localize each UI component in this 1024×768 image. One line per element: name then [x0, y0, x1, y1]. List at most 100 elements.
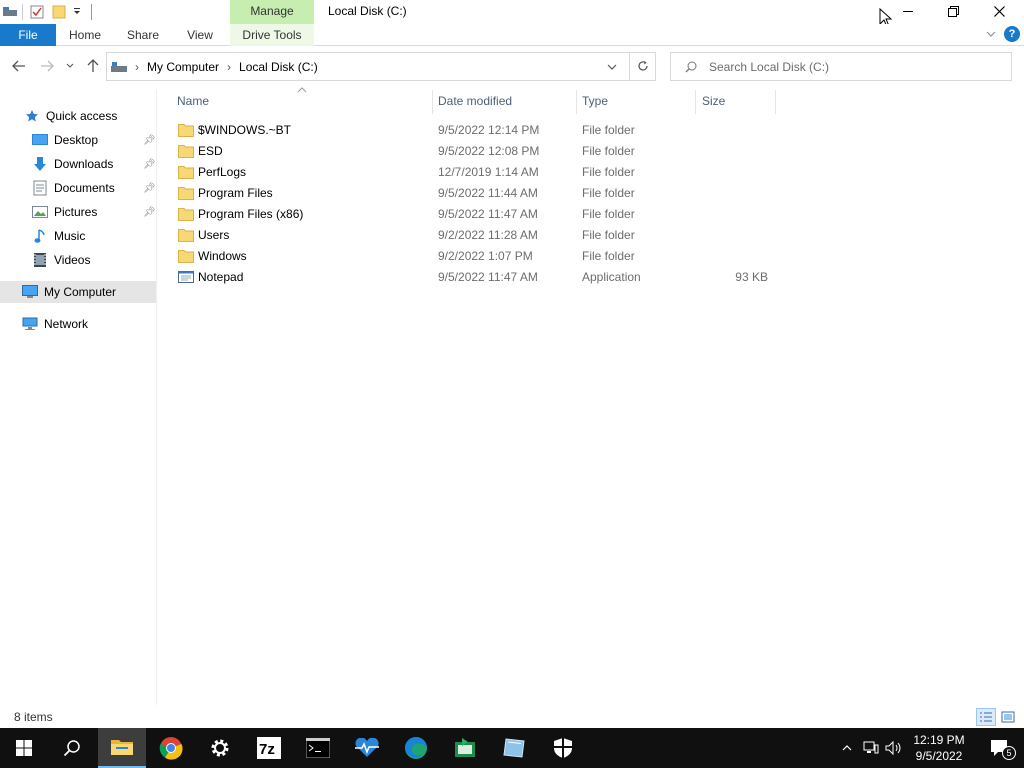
pin-icon[interactable]: 📌︎	[143, 207, 156, 218]
sidebar-item-label: Documents	[54, 181, 115, 195]
show-hidden-icons-button[interactable]	[838, 728, 856, 768]
refresh-button[interactable]	[637, 60, 649, 75]
sidebar-item-pictures[interactable]: Pictures	[32, 201, 97, 223]
taskbar-search-button[interactable]	[48, 728, 96, 768]
properties-icon[interactable]	[29, 4, 45, 20]
recent-locations-button[interactable]	[63, 57, 77, 75]
forward-button[interactable]	[38, 57, 56, 75]
table-row[interactable]: Program Files (x86) 9/5/2022 11:47 AM File…	[174, 204, 774, 225]
column-header-type[interactable]: Type	[582, 90, 608, 112]
chevron-down-icon	[607, 64, 617, 70]
tab-home[interactable]: Home	[64, 24, 106, 46]
customize-toolbar-icon[interactable]	[69, 4, 85, 20]
tab-share[interactable]: Share	[122, 24, 164, 46]
table-row[interactable]: Program Files 9/5/2022 11:44 AM File folde…	[174, 183, 774, 204]
breadcrumb-local-disk[interactable]: Local Disk (C:)	[239, 60, 318, 74]
expand-ribbon-icon[interactable]	[986, 29, 996, 39]
ribbon-tab-bar: File Home Share View Drive Tools ?	[0, 24, 1024, 46]
breadcrumb-separator[interactable]: ›	[227, 60, 231, 74]
start-icon	[16, 740, 32, 756]
file-date-modified: 9/5/2022 12:14 PM	[438, 123, 540, 137]
taskbar-tablet-app[interactable]	[490, 728, 538, 768]
file-type: File folder	[582, 186, 635, 200]
sidebar-item-label: Music	[54, 229, 86, 243]
sidebar-item-label: Quick access	[46, 109, 118, 123]
column-divider[interactable]	[775, 90, 776, 114]
column-header-name[interactable]: Name	[177, 90, 209, 112]
column-divider[interactable]	[432, 90, 433, 114]
taskbar-terminal[interactable]	[294, 728, 342, 768]
taskbar-settings[interactable]	[196, 728, 244, 768]
breadcrumb-my-computer[interactable]: My Computer	[147, 60, 219, 74]
chevron-down-icon	[66, 63, 74, 68]
help-icon[interactable]: ?	[1004, 26, 1020, 42]
details-view-button[interactable]	[976, 708, 996, 726]
sidebar-item-quick-access[interactable]: Quick access	[24, 105, 117, 127]
column-header-date[interactable]: Date modified	[438, 90, 512, 112]
file-type: File folder	[582, 228, 635, 242]
column-header-size[interactable]: Size	[702, 90, 725, 112]
sidebar-item-my-computer[interactable]: My Computer	[0, 281, 156, 303]
taskbar-spreadsheet[interactable]	[441, 728, 489, 768]
search-input[interactable]	[709, 59, 999, 74]
tab-file[interactable]: File	[0, 24, 56, 46]
sidebar-item-network[interactable]: Network	[22, 313, 88, 335]
taskbar-clock[interactable]: 12:19 PM 9/5/2022	[904, 732, 974, 764]
large-icons-view-button[interactable]	[998, 708, 1018, 726]
table-row[interactable]: PerfLogs 12/7/2019 1:14 AM File folder	[174, 162, 774, 183]
up-button[interactable]	[84, 57, 102, 75]
pin-icon[interactable]: 📌︎	[143, 135, 156, 146]
column-divider[interactable]	[695, 90, 696, 114]
refresh-icon	[638, 61, 648, 71]
star-icon	[24, 108, 40, 124]
terminal-icon	[306, 738, 330, 758]
search-box[interactable]	[670, 52, 1012, 81]
tab-drive-tools[interactable]: Drive Tools	[230, 24, 314, 46]
restore-button[interactable]	[930, 0, 976, 22]
sidebar-item-videos[interactable]: Videos	[32, 249, 90, 271]
clock-time: 12:19 PM	[913, 733, 965, 747]
tab-manage[interactable]: Manage	[230, 0, 314, 24]
file-type: File folder	[582, 165, 635, 179]
table-row[interactable]: Windows 9/2/2022 1:07 PM File folder	[174, 246, 774, 267]
table-row[interactable]: Notepad 9/5/2022 11:47 AM Application 93 KB	[174, 267, 774, 288]
tab-view[interactable]: View	[180, 24, 220, 46]
address-bar[interactable]: › My Computer › Local Disk (C:)	[106, 52, 656, 81]
taskbar-edge[interactable]	[392, 728, 440, 768]
network-tray-button[interactable]	[861, 728, 881, 768]
file-name: PerfLogs	[198, 165, 247, 179]
pin-icon[interactable]: 📌︎	[143, 183, 156, 194]
new-folder-icon[interactable]	[51, 4, 67, 20]
taskbar-security[interactable]	[539, 728, 587, 768]
sidebar-item-music[interactable]: Music	[32, 225, 85, 247]
sidebar-item-desktop[interactable]: Desktop	[32, 129, 98, 151]
spreadsheet-icon	[455, 738, 475, 757]
toolbar-divider	[91, 4, 92, 20]
7zip-icon: 7z	[257, 737, 281, 759]
table-row[interactable]: $WINDOWS.~BT 9/5/2022 12:14 PM File folder	[174, 120, 774, 141]
back-button[interactable]	[10, 57, 28, 75]
file-name: $WINDOWS.~BT	[198, 123, 292, 137]
file-name: Windows	[198, 249, 247, 263]
column-divider[interactable]	[576, 90, 577, 114]
sidebar-item-documents[interactable]: Documents	[32, 177, 115, 199]
file-explorer-icon	[111, 740, 133, 755]
search-icon	[685, 61, 697, 73]
taskbar-health-monitor[interactable]	[343, 728, 391, 768]
table-row[interactable]: ESD 9/5/2022 12:08 PM File folder	[174, 141, 774, 162]
table-row[interactable]: Users 9/2/2022 11:28 AM File folder	[174, 225, 774, 246]
pin-icon[interactable]: 📌︎	[143, 159, 156, 170]
taskbar-chrome[interactable]	[147, 728, 195, 768]
taskbar-7zip[interactable]: 7z	[245, 728, 293, 768]
volume-tray-button[interactable]	[884, 728, 904, 768]
breadcrumb-separator[interactable]: ›	[135, 60, 139, 74]
start-button[interactable]	[0, 728, 48, 768]
close-button[interactable]	[976, 0, 1022, 22]
sidebar-item-downloads[interactable]: Downloads	[32, 153, 113, 175]
action-center-button[interactable]: 5	[980, 728, 1020, 768]
taskbar-file-explorer[interactable]	[98, 728, 146, 768]
minimize-icon	[903, 11, 913, 12]
health-monitor-icon	[355, 738, 379, 757]
address-history-button[interactable]	[607, 60, 617, 74]
folder-icon	[178, 228, 194, 242]
